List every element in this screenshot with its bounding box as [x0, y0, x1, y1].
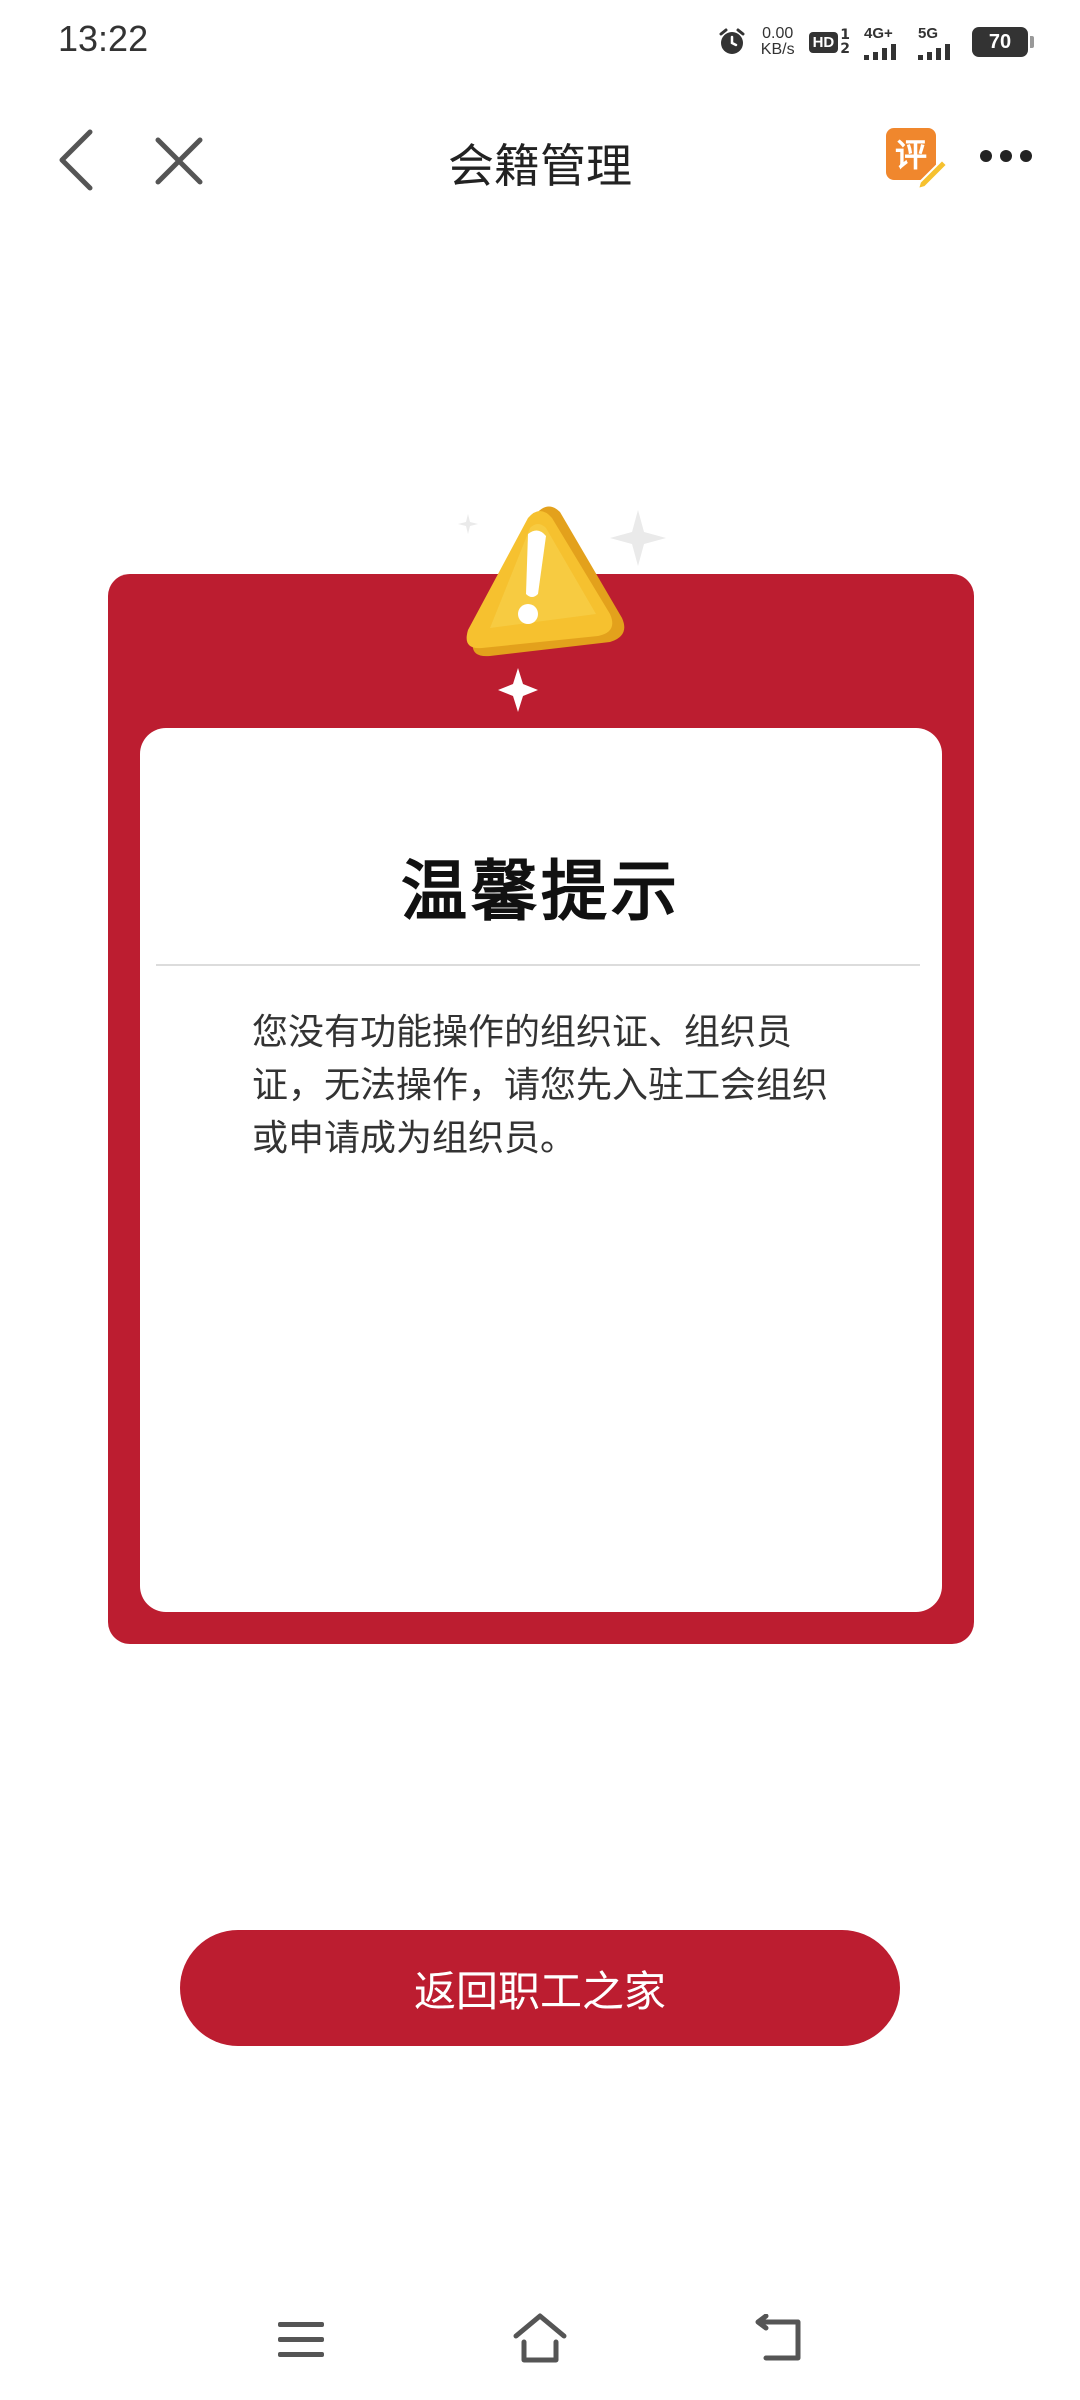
notice-title: 温馨提示 [401, 853, 681, 930]
status-bar: 13:22 0.00 KB/s HD 1 2 4G+ 5G 70 [0, 0, 1080, 80]
more-dots-icon[interactable] [980, 148, 1032, 164]
hd-badge: HD 1 2 [808, 28, 850, 56]
hd-sub-bottom: 2 [840, 41, 850, 57]
dot [980, 150, 992, 162]
home-icon[interactable] [510, 2312, 570, 2366]
network-type-2: 5G [918, 24, 939, 42]
dot [1020, 150, 1032, 162]
hd-sub-top: 1 [840, 27, 850, 43]
signal-5g: 5G [918, 25, 958, 60]
status-icons: 0.00 KB/s HD 1 2 4G+ 5G 70 [717, 22, 1034, 62]
network-speed-value: 0.00 [762, 25, 794, 42]
network-speed: 0.00 KB/s [761, 26, 795, 58]
divider [156, 964, 920, 966]
signal-4g: 4G+ [864, 25, 904, 60]
notice-message: 您没有功能操作的组织证、组织员证，无法操作，请您先入驻工会组织或申请成为组织员。 [252, 1012, 829, 1159]
battery-indicator: 70 [972, 27, 1034, 57]
signal-bars-icon [864, 43, 904, 60]
network-speed-unit: KB/s [760, 41, 795, 58]
network-type-1: 4G+ [864, 24, 893, 42]
dot [1000, 150, 1012, 162]
nav-bar: 会籍管理 评 [0, 100, 1080, 220]
signal-bars-icon [918, 43, 958, 60]
warning-triangle-icon [410, 490, 690, 720]
hd-label: HD [808, 31, 839, 53]
back-icon[interactable] [754, 2313, 804, 2364]
notice-card-body: 温馨提示 您没有功能操作的组织证、组织员证，无法操作，请您先入驻工会组织或申请成… [140, 728, 942, 1612]
system-nav-bar [0, 2290, 1080, 2400]
rate-icon-char: 评 [895, 136, 927, 174]
notice-card: 温馨提示 您没有功能操作的组织证、组织员证，无法操作，请您先入驻工会组织或申请成… [108, 574, 974, 1644]
hd-sim-indices: 1 2 [840, 28, 850, 56]
alarm-clock-icon [717, 27, 747, 57]
return-home-button[interactable]: 返回职工之家 [180, 1930, 900, 2046]
status-time: 13:22 [58, 18, 149, 59]
rate-review-icon[interactable]: 评 [884, 126, 949, 191]
menu-icon[interactable] [276, 2318, 326, 2362]
